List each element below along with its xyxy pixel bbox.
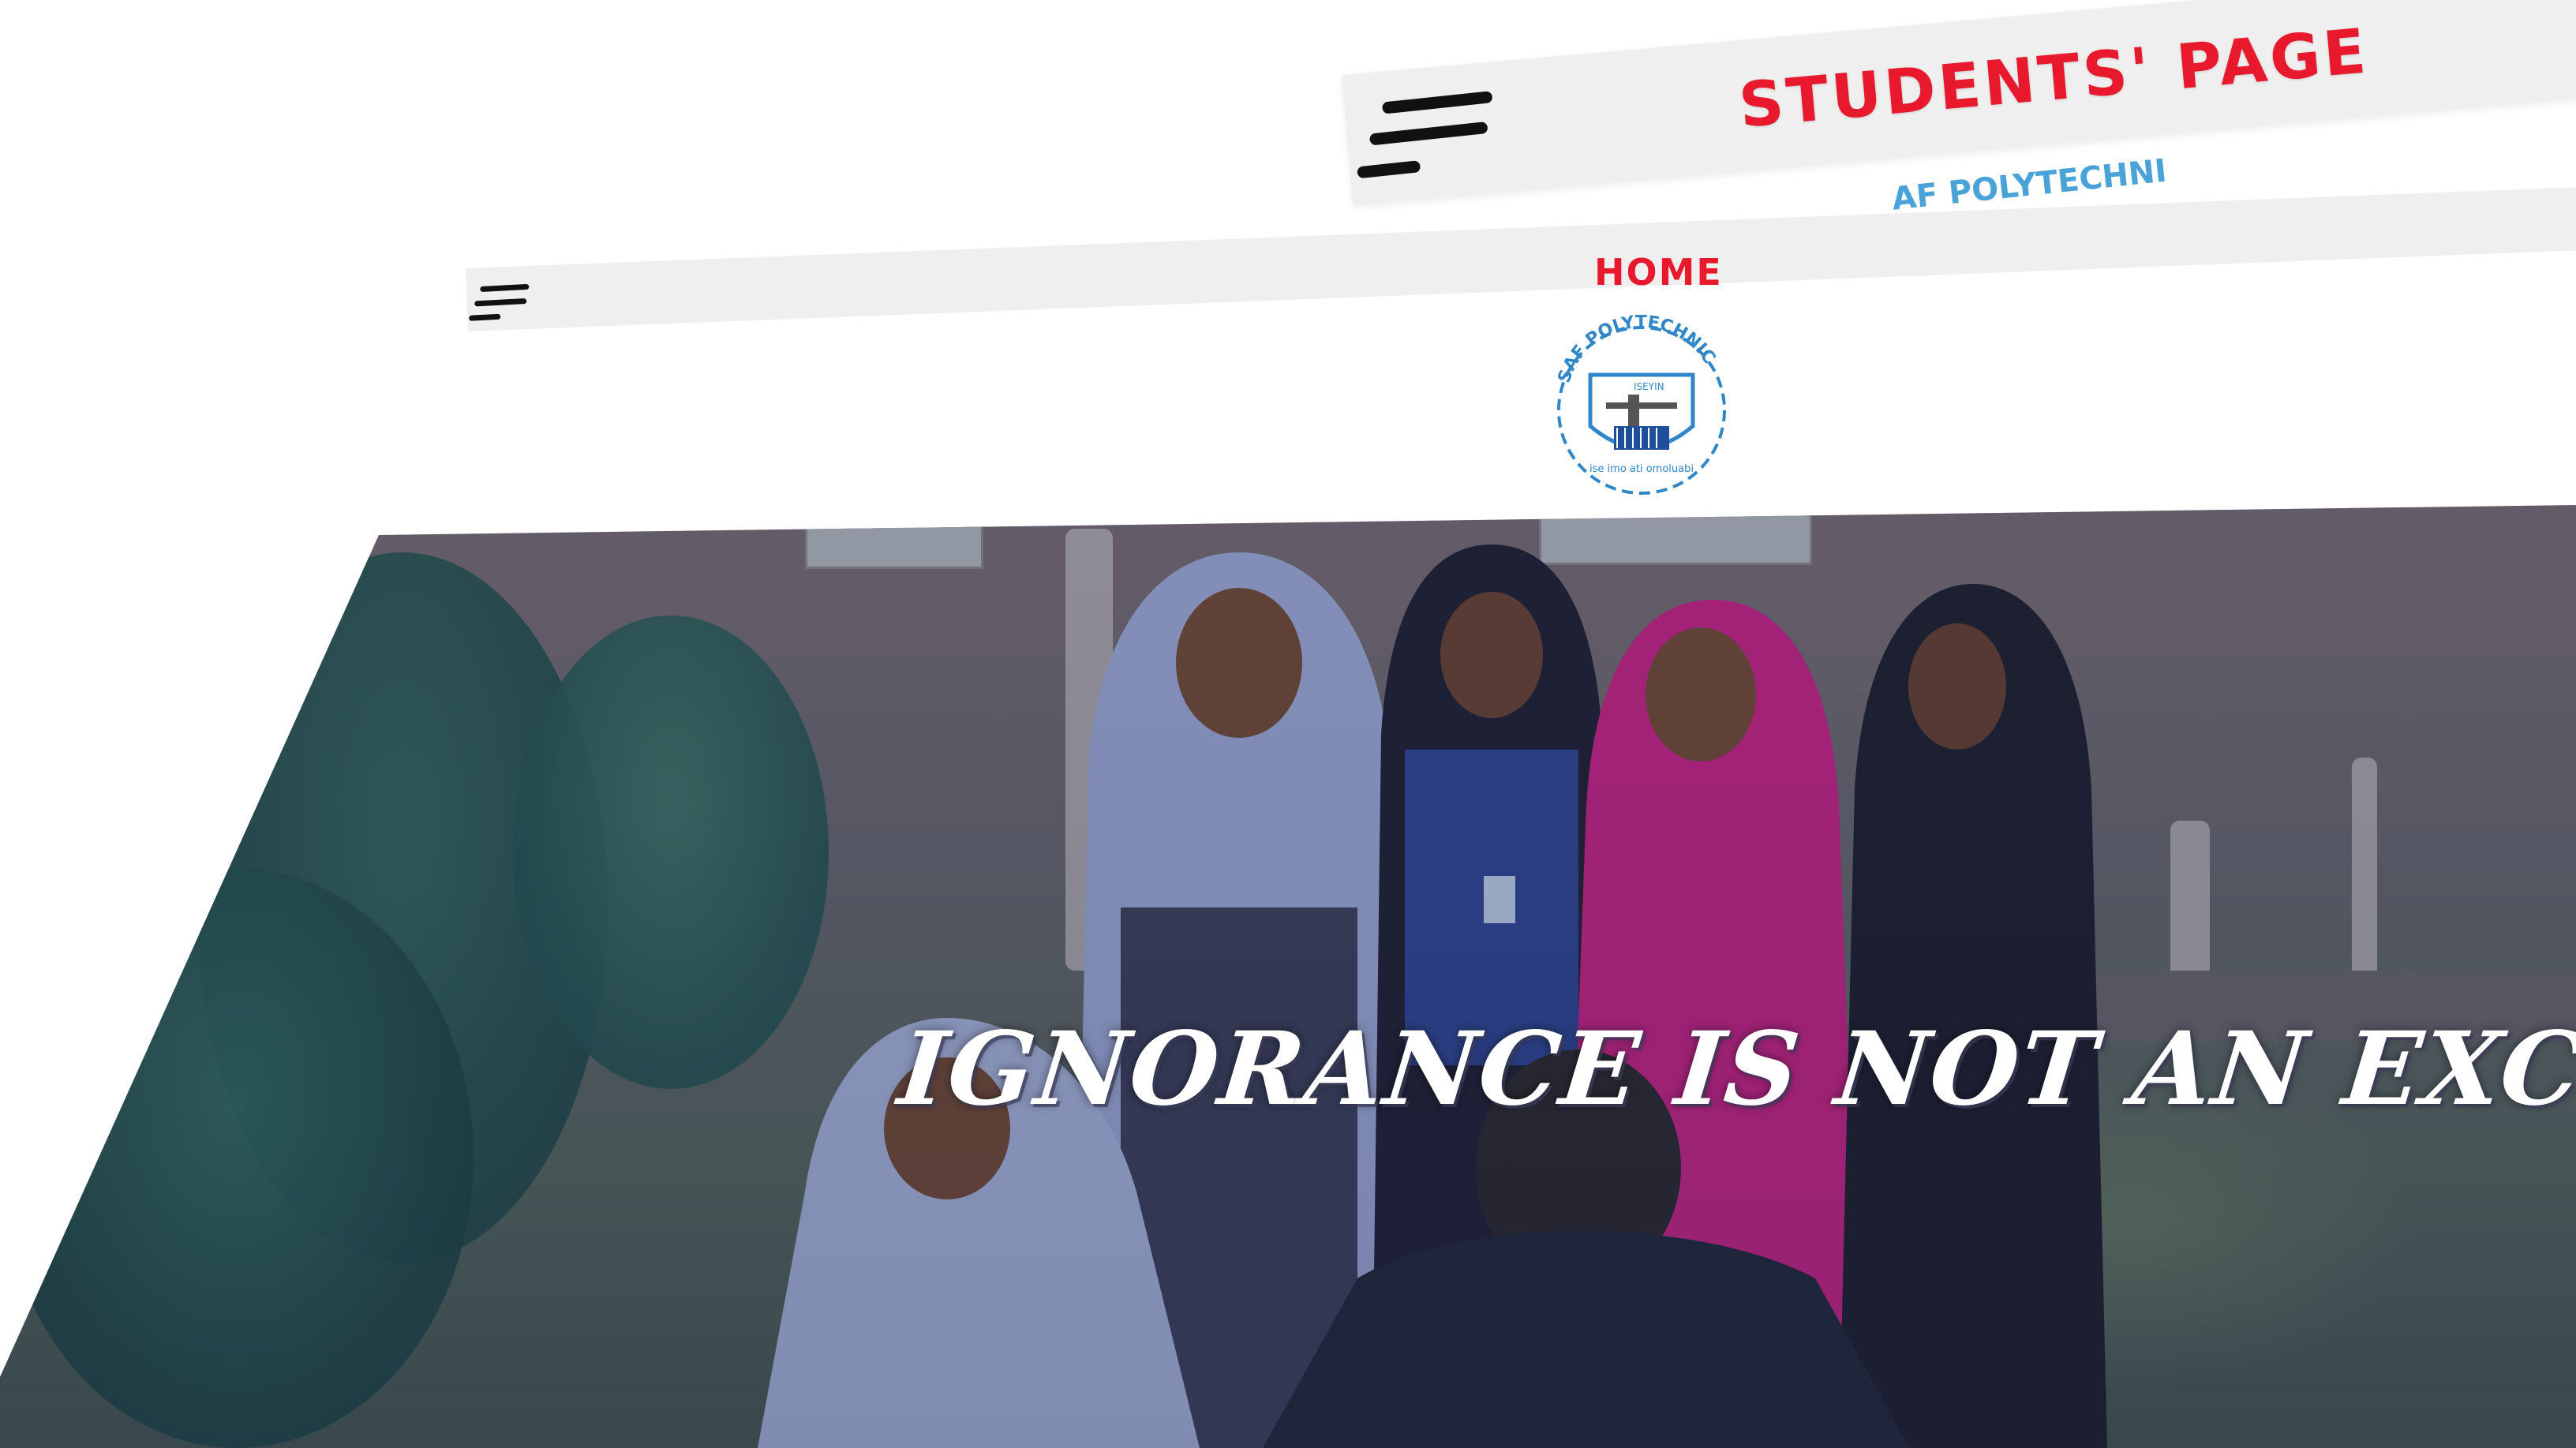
logo-motto-text: ise imo ati omoluabi: [1589, 463, 1694, 475]
hamburger-menu-icon[interactable]: [466, 280, 539, 331]
home-link[interactable]: HOME: [1594, 251, 1723, 294]
logo-city-text: ISEYIN: [1634, 381, 1664, 392]
back-hamburger-menu-icon[interactable]: [1342, 82, 1508, 193]
school-logo[interactable]: SAF POLYTECHNIC ISEYIN ise imo ati omolu…: [1535, 308, 1748, 497]
navbar: [466, 185, 2576, 331]
hero-tagline: IGNORANCE IS NOT AN EXCUSE!!: [893, 1010, 2576, 1128]
